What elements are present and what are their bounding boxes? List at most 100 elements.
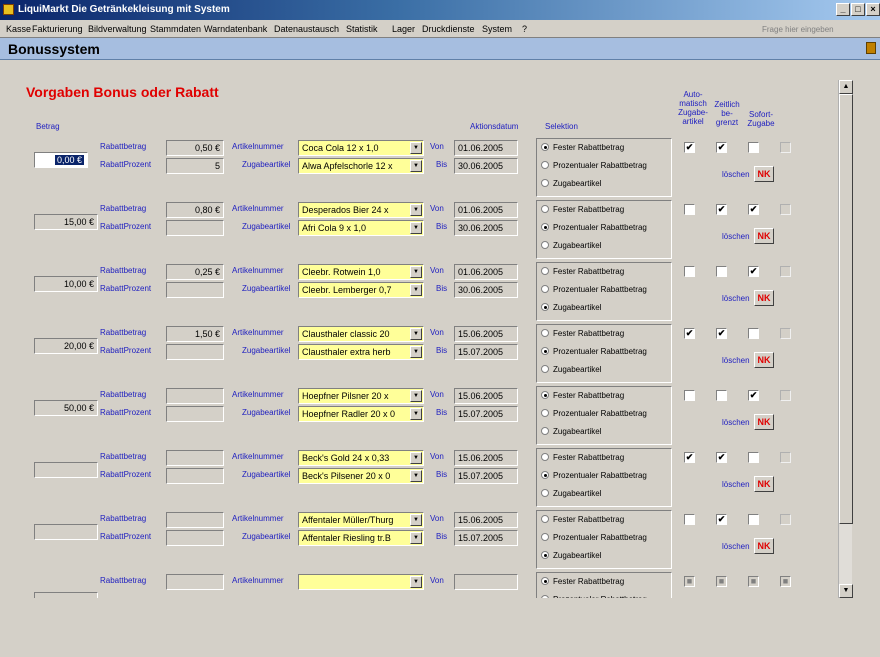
radio-button-icon[interactable] [541,223,549,231]
form-corner-icon[interactable] [866,42,876,54]
nk-button[interactable]: NK [754,228,774,244]
radio-button-icon[interactable] [541,179,549,187]
zeitlich-begrenzt-checkbox[interactable] [716,390,727,401]
radio-button-icon[interactable] [541,143,549,151]
nk-button[interactable]: NK [754,538,774,554]
betrag-field[interactable]: 10,00 € [34,276,98,292]
radio-button-icon[interactable] [541,285,549,293]
radio-button-icon[interactable] [541,329,549,337]
prozentualer-rabattbetrag-radio[interactable]: Prozentualer Rabattbetrag [541,409,647,418]
zeitlich-begrenzt-checkbox[interactable]: ✔ [716,452,727,463]
menu-help[interactable]: ? [522,24,527,34]
betrag-field[interactable] [34,462,98,478]
artikelnummer-combo[interactable]: Beck's Gold 24 x 0,33 ▼ [298,450,424,466]
radio-button-icon[interactable] [541,409,549,417]
radio-button-icon[interactable] [541,427,549,435]
menu-statistik[interactable]: Statistik [346,24,378,34]
zugabeartikel-combo[interactable]: Afri Cola 9 x 1,0 ▼ [298,220,424,236]
radio-button-icon[interactable] [541,161,549,169]
minimize-button[interactable]: _ [836,3,850,16]
dropdown-arrow-icon[interactable]: ▼ [410,284,422,296]
dropdown-arrow-icon[interactable]: ▼ [410,160,422,172]
zeitlich-begrenzt-checkbox[interactable]: ✔ [716,142,727,153]
prozentualer-rabattbetrag-radio[interactable]: Prozentualer Rabattbetrag [541,533,647,542]
artikelnummer-combo[interactable]: Clausthaler classic 20 ▼ [298,326,424,342]
dropdown-arrow-icon[interactable]: ▼ [410,532,422,544]
von-date-field[interactable]: 15.06.2005 [454,512,518,528]
prozentualer-rabattbetrag-radio[interactable]: Prozentualer Rabattbetrag [541,471,647,480]
scroll-thumb[interactable] [839,94,853,524]
radio-button-icon[interactable] [541,533,549,541]
artikelnummer-combo[interactable]: Coca Cola 12 x 1,0 ▼ [298,140,424,156]
dropdown-arrow-icon[interactable]: ▼ [410,452,422,464]
dropdown-arrow-icon[interactable]: ▼ [410,514,422,526]
zugabeartikel-radio[interactable]: Zugabeartikel [541,241,601,250]
betrag-field[interactable] [34,524,98,540]
rabattbetrag-field[interactable] [166,574,224,590]
zugabeartikel-combo[interactable]: Beck's Pilsener 20 x 0 ▼ [298,468,424,484]
fester-rabattbetrag-radio[interactable]: Fester Rabattbetrag [541,577,624,586]
nk-button[interactable]: NK [754,166,774,182]
prozentualer-rabattbetrag-radio[interactable]: Prozentualer Rabattbetrag [541,347,647,356]
zugabeartikel-combo[interactable]: Hoepfner Radler 20 x 0 ▼ [298,406,424,422]
extra-checkbox[interactable] [780,328,791,339]
betrag-field[interactable]: 15,00 € [34,214,98,230]
radio-button-icon[interactable] [541,347,549,355]
extra-checkbox[interactable] [780,204,791,215]
radio-button-icon[interactable] [541,303,549,311]
fester-rabattbetrag-radio[interactable]: Fester Rabattbetrag [541,205,624,214]
rabattbetrag-field[interactable]: 1,50 € [166,326,224,342]
nk-button[interactable]: NK [754,476,774,492]
menu-stammdaten[interactable]: Stammdaten [150,24,201,34]
zugabeartikel-combo[interactable]: Clausthaler extra herb ▼ [298,344,424,360]
scroll-down-icon[interactable]: ▼ [839,584,853,598]
von-date-field[interactable]: 01.06.2005 [454,140,518,156]
dropdown-arrow-icon[interactable]: ▼ [410,204,422,216]
artikelnummer-combo[interactable]: ▼ [298,574,424,590]
zeitlich-begrenzt-checkbox[interactable]: ✔ [716,204,727,215]
radio-button-icon[interactable] [541,365,549,373]
fester-rabattbetrag-radio[interactable]: Fester Rabattbetrag [541,515,624,524]
dropdown-arrow-icon[interactable]: ▼ [410,222,422,234]
menu-lager[interactable]: Lager [392,24,415,34]
rabattbetrag-field[interactable]: 0,25 € [166,264,224,280]
zugabeartikel-combo[interactable]: Affentaler Riesling tr.B ▼ [298,530,424,546]
vertical-scrollbar[interactable]: ▲ ▼ [838,80,853,598]
radio-button-icon[interactable] [541,267,549,275]
rabattbetrag-field[interactable] [166,450,224,466]
dropdown-arrow-icon[interactable]: ▼ [410,266,422,278]
auto-zugabe-checkbox[interactable]: ✔ [684,142,695,153]
auto-zugabe-checkbox[interactable]: ✔ [684,452,695,463]
close-button[interactable]: × [866,3,880,16]
extra-checkbox[interactable] [780,142,791,153]
rabattprozent-field[interactable] [166,406,224,422]
extra-checkbox[interactable] [780,452,791,463]
radio-button-icon[interactable] [541,391,549,399]
fester-rabattbetrag-radio[interactable]: Fester Rabattbetrag [541,329,624,338]
zugabeartikel-radio[interactable]: Zugabeartikel [541,489,601,498]
von-date-field[interactable]: 15.06.2005 [454,326,518,342]
rabattprozent-field[interactable] [166,282,224,298]
sofort-zugabe-checkbox[interactable] [748,142,759,153]
fester-rabattbetrag-radio[interactable]: Fester Rabattbetrag [541,391,624,400]
zugabeartikel-radio[interactable]: Zugabeartikel [541,551,601,560]
rabattprozent-field[interactable] [166,344,224,360]
extra-checkbox[interactable] [780,266,791,277]
radio-button-icon[interactable] [541,471,549,479]
zugabeartikel-combo[interactable]: Cleebr. Lemberger 0,7 ▼ [298,282,424,298]
menu-system[interactable]: System [482,24,512,34]
von-date-field[interactable]: 01.06.2005 [454,264,518,280]
menu-datenaustausch[interactable]: Datenaustausch [274,24,339,34]
zugabeartikel-radio[interactable]: Zugabeartikel [541,365,601,374]
extra-checkbox[interactable] [780,390,791,401]
betrag-field[interactable]: 0,00 € [34,152,88,168]
nk-button[interactable]: NK [754,290,774,306]
sofort-zugabe-checkbox[interactable] [748,328,759,339]
fester-rabattbetrag-radio[interactable]: Fester Rabattbetrag [541,453,624,462]
nk-button[interactable]: NK [754,352,774,368]
rabattprozent-field[interactable] [166,468,224,484]
radio-button-icon[interactable] [541,241,549,249]
bis-date-field[interactable]: 15.07.2005 [454,530,518,546]
maximize-button[interactable]: □ [851,3,865,16]
sofort-zugabe-checkbox[interactable]: ✔ [748,390,759,401]
